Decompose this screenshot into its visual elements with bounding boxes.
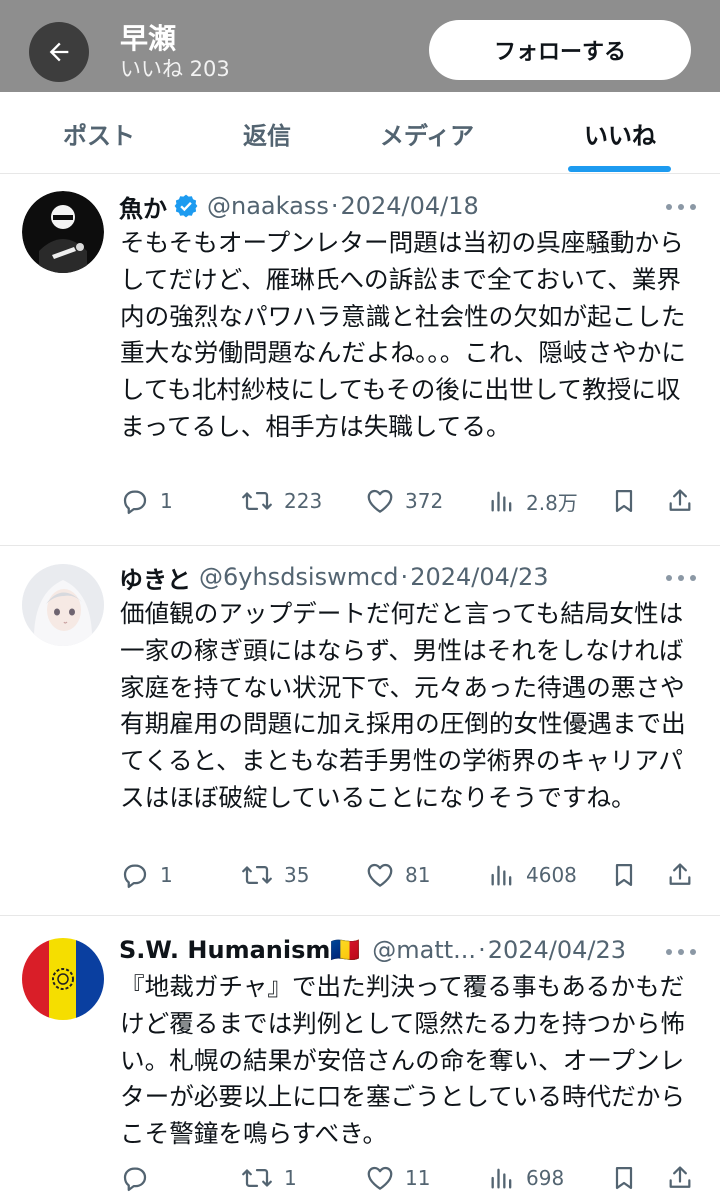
post-text: 『地裁ガチャ』で出た判決って覆る事もあるかもだけど覆るまでは判例として隠然たる力…: [120, 972, 685, 1149]
views-count: 698: [526, 1166, 565, 1190]
post-actions: 1 35 81 4608: [0, 855, 720, 895]
author-name[interactable]: S.W. Humanism🇷🇴: [119, 936, 360, 964]
profile-tabs: ポスト 返信 メディア いいね: [0, 92, 720, 174]
like-button[interactable]: 11: [365, 1158, 430, 1198]
analytics-icon: [491, 865, 512, 886]
more-options-icon[interactable]: [666, 942, 696, 962]
repost-icon: [242, 492, 272, 510]
heart-icon: [367, 489, 393, 513]
verified-badge-icon: [174, 194, 198, 218]
heart-icon: [367, 863, 393, 887]
bookmark-icon: [615, 489, 633, 513]
back-button[interactable]: [29, 22, 89, 82]
views-button[interactable]: 698: [488, 1158, 564, 1198]
post-item[interactable]: 魚か @naakass · 2024/04/18 そもそもオープンレター問題は当…: [0, 175, 720, 546]
share-button[interactable]: [666, 1158, 694, 1198]
avatar[interactable]: [22, 191, 104, 273]
heart-icon: [367, 1166, 393, 1190]
active-tab-indicator: [568, 166, 671, 172]
like-count: 372: [405, 489, 444, 513]
like-count: 11: [405, 1166, 431, 1190]
post-actions: 1 223 372 2.8万: [0, 481, 720, 521]
post-text: 価値観のアップデートだ何だと言っても結局女性は一家の稼ぎ頭にはならず、男性はそれ…: [120, 599, 686, 812]
more-options-icon[interactable]: [666, 568, 696, 588]
views-button[interactable]: 4608: [488, 855, 577, 895]
reply-icon: [123, 864, 147, 888]
reply-button[interactable]: 1: [120, 855, 173, 895]
bookmark-button[interactable]: [610, 481, 638, 521]
arrow-left-icon: [49, 42, 69, 62]
post-actions: 1 11 698: [0, 1158, 720, 1198]
reply-button[interactable]: 1: [120, 481, 173, 521]
repost-count: 223: [284, 489, 323, 513]
views-count: 2.8万: [526, 490, 578, 515]
post-date[interactable]: 2024/04/18: [340, 192, 478, 220]
post-header: S.W. Humanism🇷🇴 @matt... · 2024/04/23: [119, 933, 626, 967]
repost-button[interactable]: 35: [240, 855, 309, 895]
share-button[interactable]: [666, 481, 694, 521]
bookmark-button[interactable]: [610, 1158, 638, 1198]
tab-posts[interactable]: ポスト: [20, 92, 178, 174]
analytics-icon: [491, 1168, 512, 1189]
repost-button[interactable]: 223: [240, 481, 322, 521]
share-icon: [669, 489, 691, 511]
post-header: ゆきと @6yhsdsiswmcd · 2024/04/23: [119, 560, 549, 594]
author-handle[interactable]: @matt...: [372, 936, 476, 964]
likes-count-subtitle: いいね 203: [120, 57, 230, 81]
reply-icon: [123, 1167, 147, 1191]
tab-likes[interactable]: いいね: [540, 92, 700, 174]
analytics-icon: [491, 491, 512, 512]
reply-count: 1: [160, 489, 173, 513]
repost-count: 35: [284, 863, 310, 887]
profile-name: 早瀬: [120, 22, 177, 55]
reply-count: 1: [160, 863, 173, 887]
repost-icon: [242, 866, 272, 884]
more-options-icon[interactable]: [666, 197, 696, 217]
tab-replies[interactable]: 返信: [188, 92, 346, 174]
dot-separator: ·: [478, 936, 486, 964]
repost-button[interactable]: 1: [240, 1158, 297, 1198]
bookmark-icon: [615, 1166, 633, 1190]
share-button[interactable]: [666, 855, 694, 895]
tab-media[interactable]: メディア: [347, 92, 507, 174]
profile-header: 早瀬 いいね 203 フォローする: [0, 0, 720, 92]
post-item[interactable]: S.W. Humanism🇷🇴 @matt... · 2024/04/23 『地…: [0, 916, 720, 1200]
repost-count: 1: [284, 1166, 297, 1190]
post-header: 魚か @naakass · 2024/04/18: [119, 189, 479, 223]
dot-separator: ·: [330, 192, 339, 220]
reply-button[interactable]: [120, 1158, 160, 1198]
repost-icon: [242, 1169, 272, 1187]
post-date[interactable]: 2024/04/23: [488, 936, 626, 964]
views-button[interactable]: 2.8万: [488, 481, 578, 521]
share-icon: [669, 1166, 691, 1188]
author-handle[interactable]: @naakass: [207, 192, 329, 220]
bookmark-button[interactable]: [610, 855, 638, 895]
reply-icon: [123, 490, 147, 514]
views-count: 4608: [526, 863, 577, 887]
author-handle[interactable]: @6yhsdsiswmcd: [199, 563, 399, 591]
avatar[interactable]: [22, 938, 104, 1020]
bookmark-icon: [615, 863, 633, 887]
like-button[interactable]: 372: [365, 481, 443, 521]
author-name[interactable]: ゆきと: [119, 560, 191, 595]
like-count: 81: [405, 863, 431, 887]
share-icon: [669, 863, 691, 885]
post-item[interactable]: ゆきと @6yhsdsiswmcd · 2024/04/23 価値観のアップデー…: [0, 546, 720, 916]
author-name[interactable]: 魚か: [119, 189, 167, 224]
like-button[interactable]: 81: [365, 855, 430, 895]
follow-button[interactable]: フォローする: [429, 20, 691, 80]
post-text: そもそもオープンレター問題は当初の呉座騒動からしてだけど、雁琳氏への訴訟まで全て…: [120, 228, 686, 441]
post-date[interactable]: 2024/04/23: [410, 563, 548, 591]
avatar[interactable]: [22, 564, 104, 646]
dot-separator: ·: [400, 563, 409, 591]
